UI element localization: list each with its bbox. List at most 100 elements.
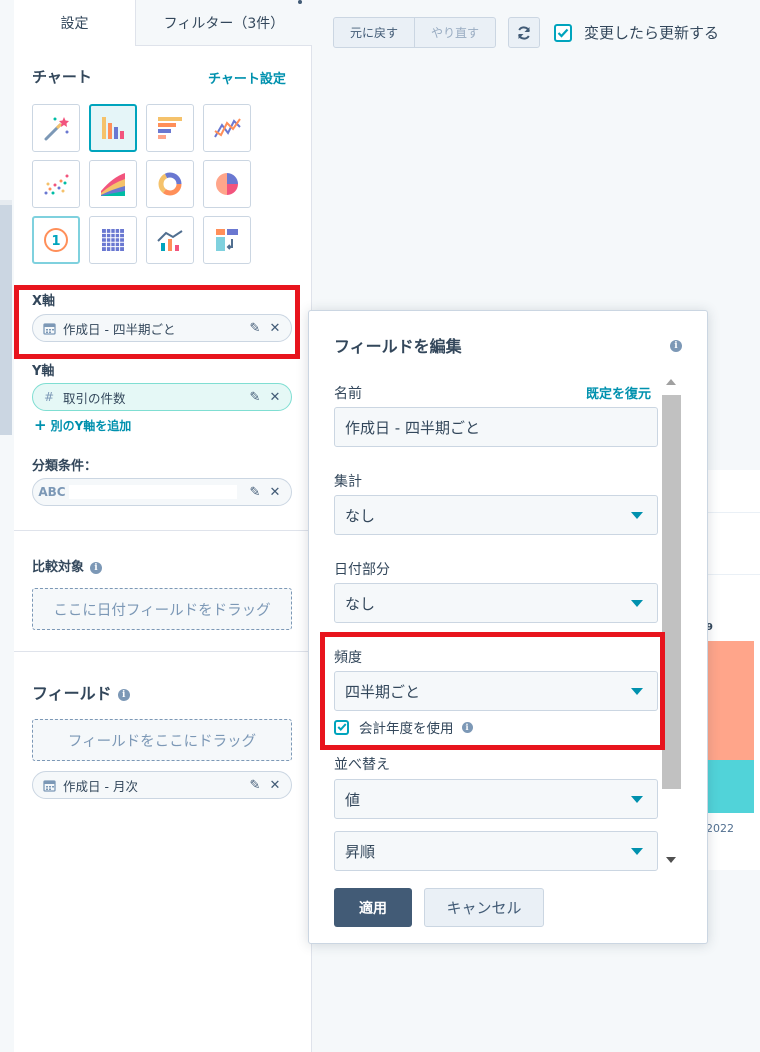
close-icon[interactable]: ✕ xyxy=(267,777,283,793)
chart-type-line[interactable] xyxy=(203,104,251,152)
pencil-icon[interactable]: ✎ xyxy=(247,389,263,405)
caret-down-icon xyxy=(631,511,643,519)
compare-date-dropzone[interactable]: ここに日付フィールドをドラッグ xyxy=(32,588,292,630)
area-chart-icon xyxy=(101,173,125,196)
chart-type-donut[interactable] xyxy=(146,160,194,208)
section-divider xyxy=(14,530,312,531)
add-y-axis-label: 別のY軸を追加 xyxy=(50,419,132,433)
apply-button[interactable]: 適用 xyxy=(334,888,412,927)
info-icon[interactable]: i xyxy=(117,688,130,701)
sidebar-tabs: 設定 フィルター（3件） xyxy=(14,0,312,46)
vertical-bar-chart-icon xyxy=(102,117,124,139)
caret-down-icon xyxy=(631,795,643,803)
sort-by-value: 値 xyxy=(345,790,361,809)
y-axis-field-pill[interactable]: # 取引の件数 ✎ ✕ xyxy=(32,383,292,411)
svg-text:1: 1 xyxy=(51,234,60,249)
aggregation-label: 集計 xyxy=(334,474,362,490)
pie-chart-icon xyxy=(216,173,238,195)
fields-dropzone[interactable]: フィールドをここにドラッグ xyxy=(32,719,292,761)
chart-bar-segment[interactable] xyxy=(706,641,754,760)
close-icon[interactable]: ✕ xyxy=(267,484,283,500)
popover-scrollbar[interactable] xyxy=(660,373,683,871)
text-type-icon: ABC xyxy=(38,485,66,499)
tab-indicator-dot xyxy=(298,0,302,4)
pencil-icon[interactable]: ✎ xyxy=(247,777,263,793)
scroll-up-icon[interactable] xyxy=(666,379,676,385)
frequency-highlight-box xyxy=(320,632,665,750)
chart-type-pie[interactable] xyxy=(203,160,251,208)
chart-type-pivot-table[interactable] xyxy=(89,216,137,264)
combo-chart-icon xyxy=(157,230,183,251)
tab-settings[interactable]: 設定 xyxy=(14,0,136,46)
date-part-label: 日付部分 xyxy=(334,562,390,578)
pivot-table-icon xyxy=(102,229,124,251)
donut-chart-icon xyxy=(158,172,182,196)
refresh-icon xyxy=(518,25,530,40)
x-axis-highlight-box xyxy=(14,285,300,359)
breakdown-field-pill[interactable]: ABC ✎ ✕ xyxy=(32,478,292,506)
hash-icon: # xyxy=(43,390,55,404)
compare-label: 比較対象 i xyxy=(32,556,103,575)
auto-update-label: 変更したら更新する xyxy=(584,24,720,42)
chart-x-tick-label: 2022 xyxy=(706,822,734,835)
tab-filters-label: フィルター（3件） xyxy=(163,15,285,32)
sort-label: 並べ替え xyxy=(334,757,390,773)
tab-filters[interactable]: フィルター（3件） xyxy=(136,0,312,46)
chart-bar-segment[interactable] xyxy=(706,760,754,813)
horizontal-bar-chart-icon xyxy=(158,117,182,139)
add-y-axis-button[interactable]: + 別のY軸を追加 xyxy=(34,416,131,434)
chart-gridline xyxy=(706,574,760,575)
y-axis-field-name: 取引の件数 xyxy=(63,390,126,406)
caret-down-icon xyxy=(631,847,643,855)
y-axis-label: Y軸 xyxy=(32,364,55,379)
checkmark-icon xyxy=(557,28,569,38)
undo-button[interactable]: 元に戻す xyxy=(333,17,415,48)
field-name-input[interactable]: 作成日 - 四半期ごと xyxy=(334,407,658,447)
chart-type-horizontal-bar[interactable] xyxy=(146,104,194,152)
aggregation-select[interactable]: なし xyxy=(334,495,658,535)
auto-update-toggle[interactable]: 変更したら更新する xyxy=(554,22,719,43)
chart-type-single-value[interactable]: 1 xyxy=(32,216,80,264)
magic-wand-icon xyxy=(44,117,69,141)
caret-down-icon xyxy=(631,599,643,607)
breakdown-label: 分類条件： xyxy=(32,459,98,474)
cancel-button[interactable]: キャンセル xyxy=(424,888,544,927)
sort-order-value: 昇順 xyxy=(345,842,376,861)
field-pill[interactable]: 作成日 - 月次 ✎ ✕ xyxy=(32,771,292,799)
scatter-chart-icon xyxy=(44,174,69,195)
date-part-select[interactable]: なし xyxy=(334,583,658,623)
chart-type-table[interactable] xyxy=(203,216,251,264)
single-value-icon: 1 xyxy=(44,228,68,252)
compare-label-text: 比較対象 xyxy=(32,560,85,575)
section-divider xyxy=(14,651,312,652)
left-edge-scrollbar[interactable] xyxy=(0,205,12,435)
chart-type-grid: 1 xyxy=(32,104,251,264)
info-icon[interactable]: i xyxy=(90,561,103,574)
edit-field-popover: フィールドを編集 i 名前 既定を復元 作成日 - 四半期ごと 集計 なし 日付… xyxy=(308,310,708,944)
restore-default-link[interactable]: 既定を復元 xyxy=(586,383,651,402)
chart-type-scatter[interactable] xyxy=(32,160,80,208)
pencil-icon[interactable]: ✎ xyxy=(247,484,263,500)
scroll-down-icon[interactable] xyxy=(666,857,676,863)
calendar-icon xyxy=(41,777,57,793)
auto-update-checkbox[interactable] xyxy=(554,23,572,42)
table-icon xyxy=(216,229,238,251)
fields-title-text: フィールド xyxy=(32,684,112,703)
redo-button[interactable]: やり直す xyxy=(414,17,496,48)
popover-info: i xyxy=(670,338,682,353)
chart-gridline xyxy=(706,512,760,513)
close-icon[interactable]: ✕ xyxy=(267,389,283,405)
chart-type-vertical-bar[interactable] xyxy=(89,104,137,152)
refresh-button[interactable] xyxy=(508,17,540,48)
plus-icon: + xyxy=(34,416,47,434)
info-icon[interactable]: i xyxy=(670,339,682,352)
redacted-field-name xyxy=(69,485,237,499)
sort-order-select[interactable]: 昇順 xyxy=(334,831,658,871)
chart-type-area[interactable] xyxy=(89,160,137,208)
chart-settings-link[interactable]: チャート設定 xyxy=(208,68,286,87)
sort-by-select[interactable]: 値 xyxy=(334,779,658,819)
chart-type-auto[interactable] xyxy=(32,104,80,152)
report-chart-preview: 9 2022 xyxy=(706,470,760,870)
chart-type-combo[interactable] xyxy=(146,216,194,264)
edit-field-title: フィールドを編集 xyxy=(334,337,462,356)
